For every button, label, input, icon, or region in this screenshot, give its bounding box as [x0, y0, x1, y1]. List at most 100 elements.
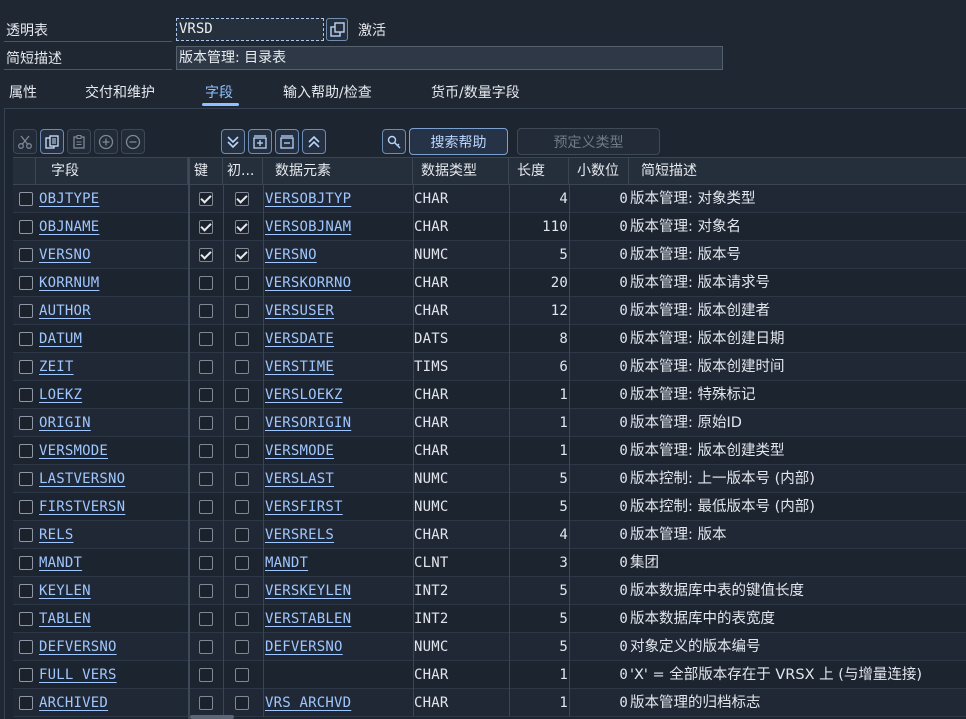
field-name-link[interactable]: RELS: [39, 521, 187, 549]
short-desc-cell[interactable]: 版本管理: 对象类型: [630, 185, 966, 213]
length-cell[interactable]: 1: [510, 409, 568, 437]
length-cell[interactable]: 5: [510, 577, 568, 605]
initial-value-checkbox[interactable]: [235, 360, 249, 374]
data-type-cell[interactable]: CLNT: [414, 549, 508, 577]
field-name-link[interactable]: VERSNO: [39, 241, 187, 269]
length-cell[interactable]: 1: [510, 381, 568, 409]
data-type-cell[interactable]: INT2: [414, 605, 508, 633]
decimals-cell[interactable]: 0: [570, 661, 628, 689]
short-desc-cell[interactable]: 版本管理: 版本创建类型: [630, 437, 966, 465]
copy-rows-button[interactable]: [40, 129, 64, 154]
short-desc-cell[interactable]: 'X' = 全部版本存在于 VRSX 上 (与增量连接): [630, 661, 966, 689]
table-row[interactable]: ARCHIVED VRS_ARCHVD CHAR 1 0 版本管理的归档标志: [13, 689, 966, 717]
table-row[interactable]: RELS VERSRELS CHAR 4 0 版本管理: 版本: [13, 521, 966, 549]
tab-attributes[interactable]: 属性: [9, 82, 37, 102]
initial-value-checkbox[interactable]: [235, 332, 249, 346]
delete-row-button[interactable]: [275, 129, 299, 154]
field-name-link[interactable]: ARCHIVED: [39, 689, 187, 717]
table-row[interactable]: OBJNAME VERSOBJNAM CHAR 110 0 版本管理: 对象名: [13, 213, 966, 241]
table-row[interactable]: LOEKZ VERSLOEKZ CHAR 1 0 版本管理: 特殊标记: [13, 381, 966, 409]
tab-input-help-check[interactable]: 输入帮助/检查: [283, 82, 372, 102]
table-row[interactable]: AUTHOR VERSUSER CHAR 12 0 版本管理: 版本创建者: [13, 297, 966, 325]
decimals-cell[interactable]: 0: [570, 521, 628, 549]
short-desc-cell[interactable]: 版本管理: 版本创建者: [630, 297, 966, 325]
col-key[interactable]: 键: [190, 158, 223, 186]
data-type-cell[interactable]: CHAR: [414, 689, 508, 717]
data-type-cell[interactable]: CHAR: [414, 409, 508, 437]
data-element-link[interactable]: VERSFIRST: [265, 493, 411, 521]
data-element-link[interactable]: VERSOBJTYP: [265, 185, 411, 213]
key-checkbox[interactable]: [199, 192, 213, 206]
table-row[interactable]: MANDT MANDT CLNT 3 0 集团: [13, 549, 966, 577]
length-cell[interactable]: 5: [510, 241, 568, 269]
cut-button[interactable]: [13, 129, 37, 154]
key-checkbox[interactable]: [199, 696, 213, 710]
table-row[interactable]: VERSNO VERSNO NUMC 5 0 版本管理: 版本号: [13, 241, 966, 269]
row-select-checkbox[interactable]: [19, 220, 33, 234]
initial-value-checkbox[interactable]: [235, 304, 249, 318]
field-name-link[interactable]: KEYLEN: [39, 577, 187, 605]
field-name-link[interactable]: KORRNUM: [39, 269, 187, 297]
row-select-checkbox[interactable]: [19, 472, 33, 486]
initial-value-checkbox[interactable]: [235, 416, 249, 430]
key-checkbox[interactable]: [199, 472, 213, 486]
short-desc-field[interactable]: 版本管理: 目录表: [176, 46, 723, 70]
table-row[interactable]: ORIGIN VERSORIGIN CHAR 1 0 版本管理: 原始ID: [13, 409, 966, 437]
row-select-checkbox[interactable]: [19, 276, 33, 290]
key-checkbox[interactable]: [199, 416, 213, 430]
short-desc-cell[interactable]: 版本管理: 版本请求号: [630, 269, 966, 297]
key-checkbox[interactable]: [199, 248, 213, 262]
field-name-link[interactable]: MANDT: [39, 549, 187, 577]
data-element-link[interactable]: DEFVERSNO: [265, 633, 411, 661]
row-select-checkbox[interactable]: [19, 500, 33, 514]
field-name-link[interactable]: LOEKZ: [39, 381, 187, 409]
short-desc-cell[interactable]: 版本管理: 版本创建时间: [630, 353, 966, 381]
initial-value-checkbox[interactable]: [235, 388, 249, 402]
initial-value-checkbox[interactable]: [235, 612, 249, 626]
decimals-cell[interactable]: 0: [570, 241, 628, 269]
table-row[interactable]: OBJTYPE VERSOBJTYP CHAR 4 0 版本管理: 对象类型: [13, 185, 966, 213]
data-element-link[interactable]: VERSUSER: [265, 297, 411, 325]
decimals-cell[interactable]: 0: [570, 605, 628, 633]
data-element-link[interactable]: VERSNO: [265, 241, 411, 269]
key-checkbox[interactable]: [199, 276, 213, 290]
table-row[interactable]: DEFVERSNO DEFVERSNO NUMC 5 0 对象定义的版本编号: [13, 633, 966, 661]
key-checkbox[interactable]: [199, 220, 213, 234]
row-select-checkbox[interactable]: [19, 584, 33, 598]
short-desc-cell[interactable]: 版本数据库中表的键值长度: [630, 577, 966, 605]
data-type-cell[interactable]: CHAR: [414, 381, 508, 409]
col-data-element[interactable]: 数据元素: [263, 158, 413, 186]
col-decimals[interactable]: 小数位: [569, 158, 629, 186]
row-select-checkbox[interactable]: [19, 556, 33, 570]
data-element-link[interactable]: VERSKORRNO: [265, 269, 411, 297]
decimals-cell[interactable]: 0: [570, 633, 628, 661]
row-select-checkbox[interactable]: [19, 332, 33, 346]
key-checkbox[interactable]: [199, 444, 213, 458]
col-data-type[interactable]: 数据类型: [413, 158, 509, 186]
initial-value-checkbox[interactable]: [235, 556, 249, 570]
initial-value-checkbox[interactable]: [235, 444, 249, 458]
key-checkbox[interactable]: [199, 640, 213, 654]
table-row[interactable]: DATUM VERSDATE DATS 8 0 版本管理: 版本创建日期: [13, 325, 966, 353]
short-desc-cell[interactable]: 对象定义的版本编号: [630, 633, 966, 661]
row-select-checkbox[interactable]: [19, 248, 33, 262]
tab-currency-quantity[interactable]: 货币/数量字段: [431, 82, 520, 102]
data-element-link[interactable]: VRS_ARCHVD: [265, 689, 411, 717]
data-type-cell[interactable]: CHAR: [414, 661, 508, 689]
length-cell[interactable]: 5: [510, 633, 568, 661]
decimals-cell[interactable]: 0: [570, 269, 628, 297]
initial-value-checkbox[interactable]: [235, 528, 249, 542]
field-name-link[interactable]: OBJNAME: [39, 213, 187, 241]
initial-value-checkbox[interactable]: [235, 248, 249, 262]
row-select-checkbox[interactable]: [19, 304, 33, 318]
select-all-header[interactable]: [13, 158, 36, 186]
row-select-checkbox[interactable]: [19, 696, 33, 710]
data-type-cell[interactable]: CHAR: [414, 185, 508, 213]
field-name-link[interactable]: FULL_VERS: [39, 661, 187, 689]
data-type-cell[interactable]: INT2: [414, 577, 508, 605]
data-element-link[interactable]: VERSTIME: [265, 353, 411, 381]
short-desc-cell[interactable]: 版本管理: 特殊标记: [630, 381, 966, 409]
short-desc-cell[interactable]: 版本管理: 版本号: [630, 241, 966, 269]
decimals-cell[interactable]: 0: [570, 213, 628, 241]
initial-value-checkbox[interactable]: [235, 668, 249, 682]
